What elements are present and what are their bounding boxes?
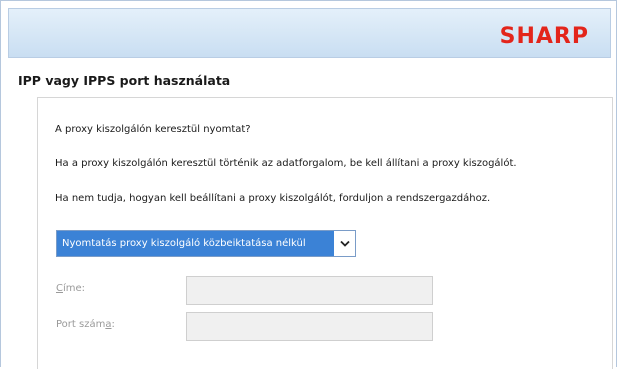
proxy-question: A proxy kiszolgálón keresztül nyomtat? [55,124,251,135]
address-field[interactable] [186,276,433,305]
port-label: Port száma: [56,319,115,330]
address-label: Címe: [56,283,86,294]
admin-info-text: Ha nem tudja, hogyan kell beállítani a p… [55,193,491,204]
chevron-down-icon[interactable] [334,231,355,256]
port-number-field[interactable] [186,312,433,341]
page-title: IPP vagy IPPS port használata [18,73,231,88]
proxy-info-text: Ha a proxy kiszolgálón keresztül történi… [55,158,517,169]
installer-window: SHARP IPP vagy IPPS port használata A pr… [0,0,617,369]
proxy-mode-selected-value: Nyomtatás proxy kiszolgáló közbeiktatása… [57,231,334,256]
header-banner: SHARP [8,8,611,58]
proxy-mode-dropdown[interactable]: Nyomtatás proxy kiszolgáló közbeiktatása… [56,230,356,257]
sharp-logo: SHARP [499,24,589,49]
